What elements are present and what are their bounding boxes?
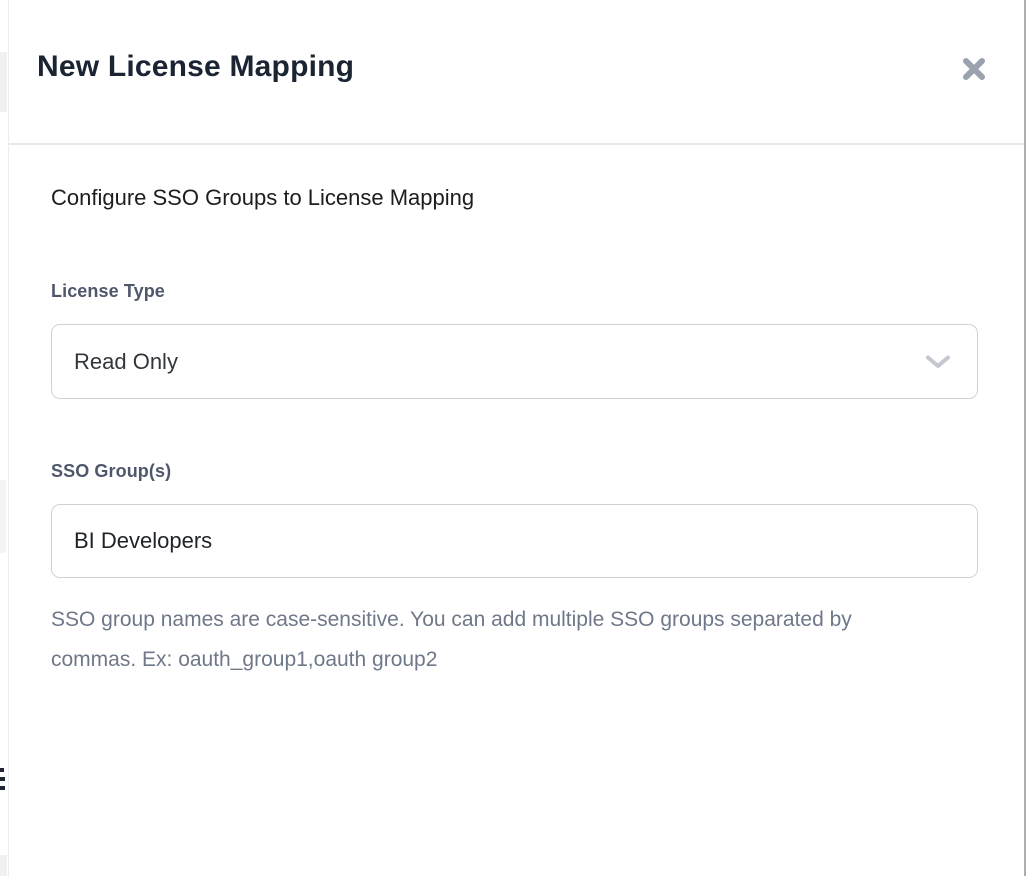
modal-header: New License Mapping (9, 0, 1028, 145)
close-button[interactable] (958, 53, 990, 85)
chevron-down-icon (925, 355, 951, 369)
underlay-text-fragment (0, 777, 5, 781)
underlay-page-sliver (0, 0, 8, 876)
underlay-fragment (0, 855, 7, 876)
x-icon (960, 55, 988, 83)
modal-subtitle: Configure SSO Groups to License Mapping (51, 185, 474, 211)
underlay-fragment (0, 480, 6, 553)
underlay-text-fragment (0, 786, 5, 790)
license-type-label: License Type (51, 281, 165, 302)
underlay-text-fragment (0, 768, 4, 772)
modal-body: Configure SSO Groups to License Mapping … (9, 145, 1028, 876)
license-type-select[interactable]: Read Only (51, 324, 978, 399)
screen: New License Mapping Configure SSO Groups… (0, 0, 1028, 876)
modal-title: New License Mapping (37, 50, 354, 84)
new-license-mapping-modal: New License Mapping Configure SSO Groups… (8, 0, 1028, 876)
sso-groups-help-text: SSO group names are case-sensitive. You … (51, 600, 891, 680)
license-type-selected-value: Read Only (74, 349, 178, 375)
underlay-fragment (0, 52, 7, 112)
sso-groups-input[interactable] (51, 504, 978, 578)
sso-groups-label: SSO Group(s) (51, 461, 171, 482)
